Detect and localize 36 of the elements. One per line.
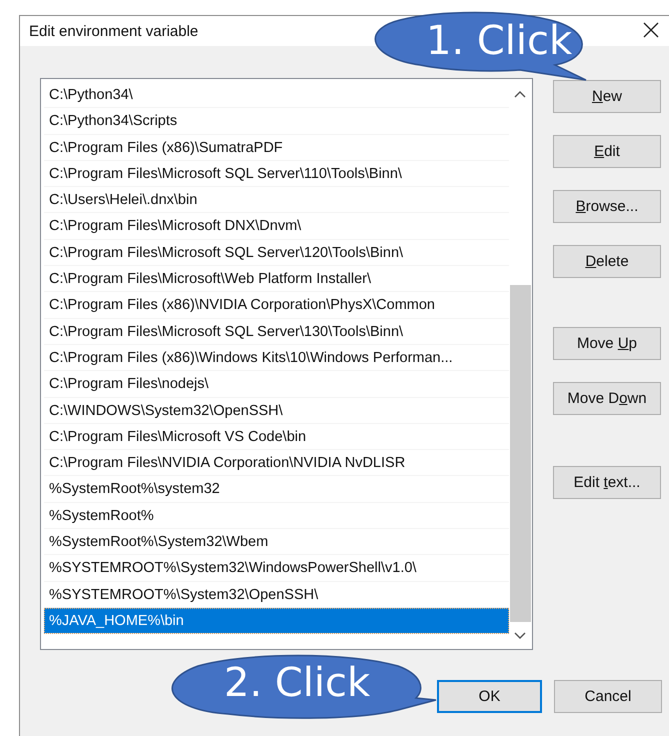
path-item[interactable]: C:\Program Files\Microsoft DNX\Dnvm\: [44, 213, 510, 240]
path-item[interactable]: C:\Program Files\Microsoft SQL Server\130\Tools\Binn\: [44, 318, 510, 345]
path-item[interactable]: C:\Program Files\nodejs\: [44, 371, 510, 398]
callout-label: 1. Click: [426, 18, 572, 64]
path-item[interactable]: C:\Program Files (x86)\SumatraPDF: [44, 134, 510, 161]
close-icon[interactable]: [643, 22, 659, 38]
path-item[interactable]: C:\Program Files (x86)\Windows Kits\10\Windows Performan...: [44, 344, 510, 372]
dialog-button[interactable]: Edit: [553, 135, 661, 168]
path-item[interactable]: C:\Program Files\Microsoft SQL Server\120\Tools\Binn\: [44, 240, 510, 266]
dialog-button[interactable]: Move Down: [553, 382, 661, 415]
path-item[interactable]: %SystemRoot%: [44, 502, 510, 530]
path-item[interactable]: C:\Users\Helei\.dnx\bin: [44, 187, 510, 214]
path-item[interactable]: C:\WINDOWS\System32\OpenSSH\: [44, 398, 510, 424]
path-item[interactable]: %JAVA_HOME%\bin: [44, 608, 510, 634]
path-item[interactable]: C:\Program Files\Microsoft VS Code\bin: [44, 424, 510, 450]
dialog-button[interactable]: Delete: [553, 245, 661, 278]
dialog-button[interactable]: Browse...: [553, 190, 661, 223]
path-item[interactable]: %SystemRoot%\System32\Wbem: [44, 529, 510, 556]
path-item[interactable]: %SYSTEMROOT%\System32\WindowsPowerShell\v1.0\: [44, 555, 510, 582]
path-item[interactable]: C:\Program Files\Microsoft\Web Platform Installer\: [44, 266, 510, 292]
dialog-button[interactable]: New: [553, 80, 661, 113]
scroll-up-icon[interactable]: [514, 90, 526, 98]
scroll-down-icon[interactable]: [514, 632, 526, 640]
callout-label: 2. Click: [224, 660, 370, 706]
path-item[interactable]: C:\Program Files (x86)\NVIDIA Corporation\PhysX\Common: [44, 292, 510, 319]
path-item[interactable]: C:\Program Files\NVIDIA Corporation\NVIDIA NvDLISR: [44, 450, 510, 476]
path-item[interactable]: C:\Program Files\Microsoft SQL Server\110\Tools\Binn\: [44, 160, 510, 188]
scroll-thumb[interactable]: [510, 285, 531, 622]
path-item[interactable]: C:\Python34\Scripts: [44, 108, 510, 135]
dialog-button[interactable]: Move Up: [553, 327, 661, 360]
path-item[interactable]: %SystemRoot%\system32: [44, 476, 510, 503]
window-title: Edit environment variable: [29, 22, 198, 40]
dialog-button[interactable]: Edit text...: [553, 466, 661, 499]
dialog-button[interactable]: OK: [437, 680, 542, 713]
path-item[interactable]: C:\Python34\: [44, 82, 510, 108]
dialog-button[interactable]: Cancel: [554, 680, 662, 713]
